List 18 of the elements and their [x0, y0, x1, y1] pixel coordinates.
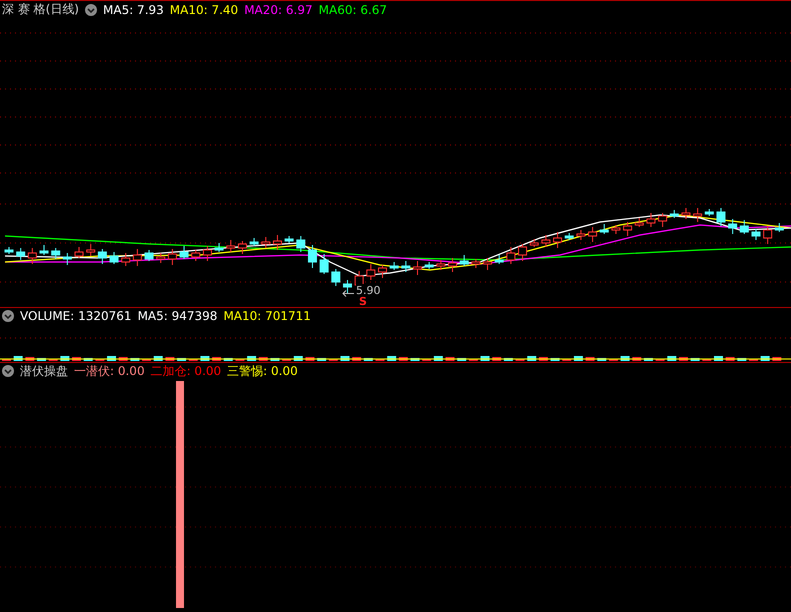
indicator-value: MA20: 6.97 [244, 2, 313, 16]
indicator-value: MA5: 947398 [138, 309, 218, 323]
indicator-value: MA10: 7.40 [170, 2, 238, 16]
arrow-icon [342, 290, 354, 297]
indicator-value: 一潜伏: 0.00 [74, 362, 145, 380]
collapse-icon[interactable] [85, 4, 97, 16]
indicator-value: MA10: 701711 [223, 309, 311, 323]
indicator-value: 二加仓: 0.00 [150, 362, 222, 380]
indicator-value: VOLUME: 1320761 [20, 309, 132, 323]
collapse-icon[interactable] [2, 365, 14, 377]
low-price-label: 5.90 [356, 284, 380, 297]
stock-title: 深 赛 格(日线) [2, 1, 79, 18]
sell-signal-label: S [359, 295, 367, 308]
indicator-title: 潜伏操盘 [20, 362, 68, 380]
collapse-icon[interactable] [2, 310, 14, 322]
indicator-value: MA60: 6.67 [318, 2, 388, 16]
indicator-value: 三警惕: 0.00 [227, 362, 298, 380]
indicator-value: MA5: 7.93 [103, 2, 164, 16]
